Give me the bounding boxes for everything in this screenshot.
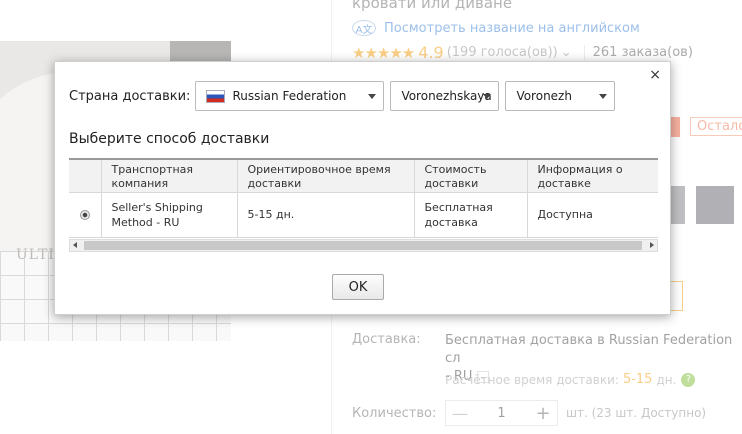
country-label: Страна доставки: (69, 88, 191, 104)
country-value: Russian Federation (232, 89, 347, 103)
column-header-cost: Стоимость доставки (414, 160, 528, 193)
country-select[interactable]: Russian Federation (195, 81, 385, 111)
column-header-carrier: Транспортная компания (101, 160, 238, 193)
time-cell: 5-15 дн. (237, 192, 415, 238)
region-select[interactable]: Voronezhskaya (390, 81, 500, 111)
close-icon[interactable]: × (649, 67, 661, 83)
russia-flag-icon (206, 89, 226, 103)
city-value: Voronezh (516, 89, 572, 103)
carrier-cell: Seller's Shipping Method - RU (101, 192, 238, 238)
dropdown-arrow-icon (483, 94, 492, 99)
radio-cell[interactable] (69, 192, 102, 238)
info-cell: Доступна (527, 192, 658, 238)
shipping-dialog: × Страна доставки: Russian Federation Vo… (54, 61, 671, 315)
scrollbar-thumb[interactable] (84, 241, 642, 250)
region-value: Voronezhskaya (401, 89, 492, 103)
method-radio[interactable] (79, 209, 90, 220)
scroll-right-icon[interactable] (650, 242, 654, 248)
horizontal-scrollbar[interactable] (69, 239, 658, 252)
destination-row: Страна доставки: Russian Federation Voro… (69, 81, 621, 111)
dropdown-arrow-icon (368, 94, 377, 99)
column-header-info: Информация о доставке (527, 160, 658, 193)
city-select[interactable]: Voronezh (505, 81, 616, 111)
shipping-methods-table: Транспортная компания Ориентировочное вр… (69, 158, 658, 238)
radio-column-header (69, 160, 102, 193)
table-header-row: Транспортная компания Ориентировочное вр… (69, 160, 658, 193)
cost-cell: Бесплатная доставка (414, 192, 528, 238)
scroll-left-icon[interactable] (73, 242, 77, 248)
dropdown-arrow-icon (599, 94, 608, 99)
table-row[interactable]: Seller's Shipping Method - RU 5-15 дн. Б… (69, 192, 658, 238)
column-header-time: Ориентировочное время доставки (237, 160, 415, 193)
method-title: Выберите способ доставки (69, 131, 270, 147)
ok-button[interactable]: OK (332, 274, 384, 300)
